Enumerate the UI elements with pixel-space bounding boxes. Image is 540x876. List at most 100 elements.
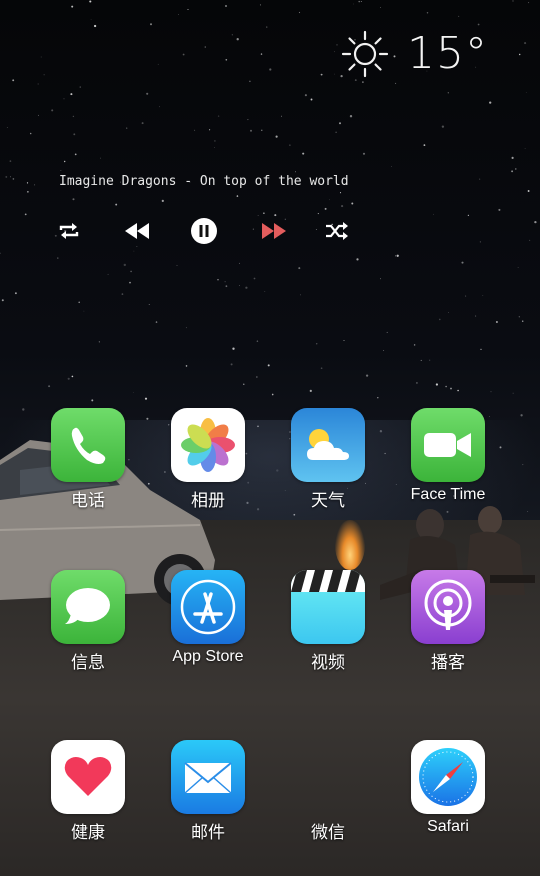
star — [204, 46, 207, 48]
star — [249, 80, 251, 83]
safari-icon — [411, 740, 485, 814]
app-appstore[interactable]: App Store — [153, 570, 263, 666]
facetime-icon — [411, 408, 485, 482]
star — [386, 331, 388, 333]
star — [63, 98, 65, 100]
app-label: 相册 — [191, 491, 225, 511]
star — [518, 53, 521, 56]
star — [271, 393, 274, 396]
app-wechat[interactable]: 微信 — [273, 740, 383, 843]
star — [461, 261, 464, 264]
app-label: 微信 — [311, 823, 345, 843]
star — [250, 129, 252, 132]
star — [245, 286, 248, 289]
star — [224, 281, 226, 283]
shuffle-icon[interactable] — [322, 216, 352, 246]
star — [157, 63, 159, 65]
app-photos[interactable]: 相册 — [153, 408, 263, 511]
star — [477, 23, 480, 26]
star — [256, 376, 258, 378]
app-weather[interactable]: 天气 — [273, 408, 383, 511]
star — [150, 23, 152, 26]
star — [310, 98, 313, 101]
star — [159, 106, 160, 108]
app-messages[interactable]: 信息 — [33, 570, 143, 673]
star — [525, 91, 527, 93]
star — [498, 208, 501, 211]
star — [448, 312, 449, 313]
app-health[interactable]: 健康 — [33, 740, 143, 843]
repeat-icon[interactable] — [54, 216, 84, 246]
star — [395, 82, 397, 84]
phone-icon — [51, 408, 125, 482]
star — [447, 92, 449, 94]
star — [512, 392, 514, 394]
star — [524, 42, 527, 45]
star — [353, 3, 354, 5]
music-widget: Imagine Dragons - On top of the world — [59, 174, 359, 244]
star — [413, 344, 416, 346]
app-label: 播客 — [431, 653, 465, 673]
app-mail[interactable]: 邮件 — [153, 740, 263, 843]
star — [269, 68, 272, 71]
app-videos[interactable]: 视频 — [273, 570, 383, 673]
star — [480, 348, 482, 351]
star — [37, 83, 39, 85]
app-safari[interactable]: Safari — [393, 740, 503, 836]
star — [391, 166, 392, 167]
star — [423, 144, 426, 147]
star — [298, 267, 301, 270]
star — [43, 74, 45, 76]
star — [12, 79, 15, 82]
star — [231, 34, 233, 36]
star — [51, 109, 54, 112]
star — [230, 363, 233, 366]
messages-icon — [51, 570, 125, 644]
star — [315, 342, 318, 345]
star — [420, 359, 422, 361]
star — [217, 279, 219, 281]
star — [475, 315, 477, 317]
star — [528, 2, 530, 4]
wechat-icon — [291, 740, 365, 814]
star — [259, 4, 261, 6]
app-phone[interactable]: 电话 — [33, 408, 143, 511]
star — [1, 299, 4, 302]
star — [267, 364, 270, 367]
star — [57, 257, 59, 259]
music-controls — [59, 216, 359, 246]
star — [511, 156, 514, 159]
star — [415, 381, 418, 384]
star — [458, 15, 460, 17]
star — [467, 214, 470, 217]
star — [136, 246, 138, 247]
weather-widget: 15° — [341, 28, 488, 79]
star — [146, 92, 149, 95]
star — [132, 392, 134, 393]
star — [336, 44, 338, 46]
app-label: 健康 — [71, 823, 105, 843]
sun-icon — [341, 30, 389, 77]
star — [225, 5, 227, 7]
mail-icon — [171, 740, 245, 814]
star — [60, 170, 62, 171]
app-label: 天气 — [311, 491, 345, 511]
star — [304, 94, 307, 97]
star — [29, 132, 32, 135]
star — [214, 140, 216, 142]
weather-icon — [291, 408, 365, 482]
pause-icon[interactable] — [189, 216, 219, 246]
star — [6, 127, 8, 129]
star — [144, 397, 148, 400]
star — [426, 12, 429, 14]
star — [354, 79, 357, 82]
app-facetime[interactable]: Face Time — [393, 408, 503, 504]
videos-icon — [291, 570, 365, 644]
star — [320, 367, 323, 370]
star — [40, 56, 42, 58]
star — [482, 295, 484, 296]
rewind-icon[interactable] — [122, 216, 152, 246]
app-podcasts[interactable]: 播客 — [393, 570, 503, 673]
fast-forward-icon[interactable] — [259, 216, 289, 246]
health-icon — [51, 740, 125, 814]
